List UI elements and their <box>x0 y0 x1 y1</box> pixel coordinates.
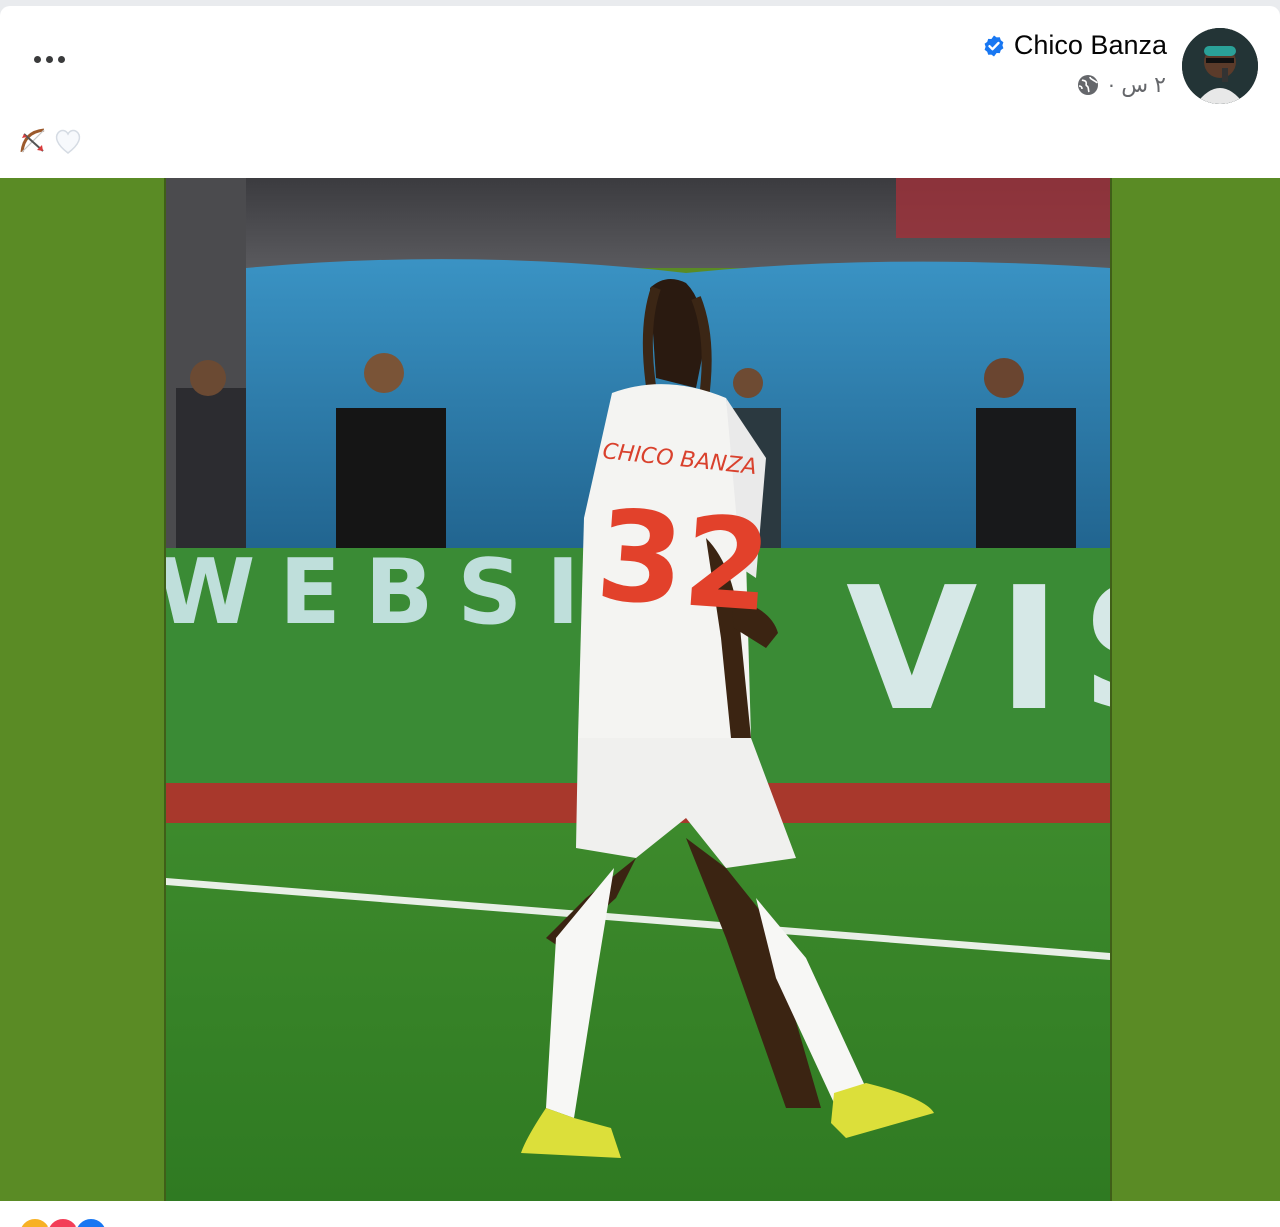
dot-icon <box>34 56 41 63</box>
verified-badge-icon <box>984 35 1004 56</box>
facebook-post: Chico Banza ٢ س · WEBSIT VI CHICO BANZA … <box>0 6 1280 1227</box>
dot-icon <box>46 56 53 63</box>
avatar-image <box>1182 28 1258 104</box>
reactions-summary[interactable] <box>18 1217 108 1227</box>
post-footer <box>0 1201 1280 1227</box>
post-timestamp[interactable]: ٢ س · <box>1108 72 1166 98</box>
jersey-number-text: 32 <box>592 483 776 640</box>
white-heart-emoji-icon <box>55 129 81 154</box>
globe-icon <box>1077 75 1098 95</box>
bow-arrow-emoji-icon <box>20 128 45 153</box>
post-caption <box>16 124 84 158</box>
post-media[interactable]: WEBSIT VIS <box>0 178 1280 1201</box>
post-header: Chico Banza ٢ س · <box>0 6 1280 178</box>
post-photo[interactable]: WEBSIT VIS <box>164 178 1112 1201</box>
dot-icon <box>58 56 65 63</box>
author-name[interactable]: Chico Banza <box>1014 30 1167 61</box>
football-player-photo: WEBSIT VIS <box>166 178 1110 1201</box>
author-avatar[interactable] <box>1182 28 1258 104</box>
like-reaction-icon <box>74 1217 108 1227</box>
author-row: Chico Banza <box>982 30 1167 61</box>
post-meta: ٢ س · <box>1076 72 1166 98</box>
more-options-button[interactable] <box>30 52 69 67</box>
ad-board-right-text: VIS <box>846 551 1110 749</box>
